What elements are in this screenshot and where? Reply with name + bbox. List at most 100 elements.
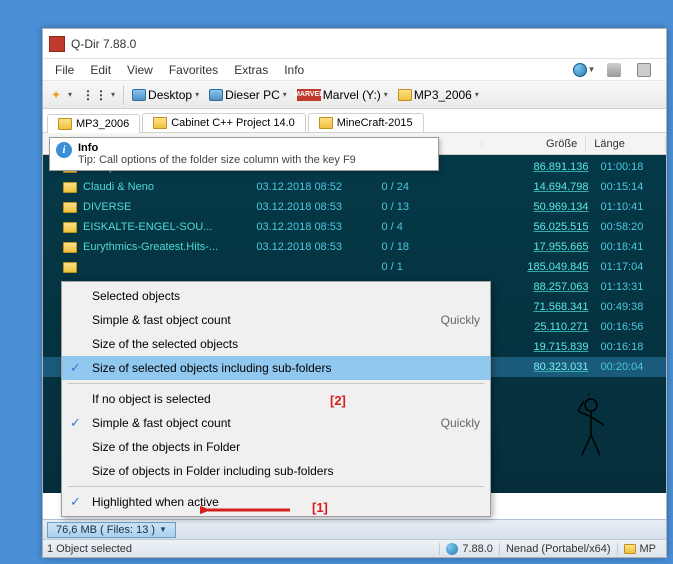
info-body: Tip: Call options of the folder size col… [56,154,432,166]
menu-item[interactable]: ✓ Size of selected objects including sub-… [62,356,490,380]
cell-length: 00:49:38 [589,301,666,313]
cell-name: Claudi & Neno [83,181,256,193]
cell-ratio: 0 / 1 [382,261,488,273]
disk-button[interactable] [632,60,656,80]
menu-item-label: Simple & fast object count [92,416,231,430]
toolbar-wand[interactable]: ▾ [47,86,76,104]
menu-item-label: Selected objects [92,289,180,303]
folder-icon [63,202,77,213]
table-row[interactable]: Eurythmics-Greatest.Hits-...03.12.2018 0… [43,237,666,257]
menu-item[interactable]: Size of the selected objects [62,332,490,356]
monitor-icon [132,89,146,101]
folder-icon [398,89,412,101]
menu-separator [68,383,484,384]
folder-icon [63,222,77,233]
cell-length: 00:58:20 [589,221,666,233]
cell-ratio: 0 / 18 [382,241,488,253]
menu-item-label: Size of the objects in Folder [92,440,240,454]
dots-icon: ⋮⋮ [82,88,108,102]
cell-length: 00:20:04 [589,361,666,373]
menu-edit[interactable]: Edit [82,61,119,79]
menu-favorites[interactable]: Favorites [161,61,226,79]
folder-icon [58,118,72,130]
toolbar: ▾ ⋮⋮▾ Desktop▾ Dieser PC▾ MARVELMarvel (… [43,81,666,109]
toolbar-dieser-pc[interactable]: Dieser PC▾ [205,86,291,104]
menu-item[interactable]: Selected objects [62,284,490,308]
folder-icon [153,117,167,129]
menu-item-label: Size of the selected objects [92,337,238,351]
info-icon: i [56,142,72,158]
cell-size: 50.969.134 [487,201,588,213]
globe-icon [573,63,587,77]
menu-view[interactable]: View [119,61,161,79]
col-length-header[interactable]: Länge [586,136,666,152]
table-row[interactable]: DIVERSE03.12.2018 08:530 / 1350.969.1340… [43,197,666,217]
menu-item[interactable]: Simple & fast object count Quickly [62,308,490,332]
cell-length: 01:10:41 [589,201,666,213]
menu-extras[interactable]: Extras [226,61,276,79]
cell-length: 01:00:18 [589,161,666,173]
menu-item-shortcut: Quickly [441,416,480,430]
menu-separator [68,486,484,487]
menu-item[interactable]: Size of the objects in Folder [62,435,490,459]
menu-item-label: Size of selected objects including sub-f… [92,361,331,375]
check-icon: ✓ [70,360,81,376]
recycle-button[interactable] [602,60,626,80]
stickman-figure: ? ? [566,393,616,463]
menu-item-label: Highlighted when active [92,495,219,509]
menubar: File Edit View Favorites Extras Info ▼ [43,59,666,81]
tabs-bar: MP3_2006 Cabinet C++ Project 14.0 MineCr… [43,109,666,133]
toolbar-desktop[interactable]: Desktop▾ [128,86,203,104]
menu-item-shortcut: Quickly [441,313,480,327]
disk-icon [637,63,651,77]
globe-dropdown[interactable]: ▼ [572,60,596,80]
cell-date: 03.12.2018 08:52 [256,181,381,193]
menu-item[interactable]: Size of objects in Folder including sub-… [62,459,490,483]
folder-icon [63,262,77,273]
menubar-right-icons: ▼ [572,60,662,80]
info-title: Info [56,142,432,154]
cell-date: 03.12.2018 08:53 [256,221,381,233]
status-version: 7.88.0 [439,543,499,555]
cell-size: 14.694.798 [487,181,588,193]
folder-icon [63,242,77,253]
status-bar: 76,6 MB ( Files: 13 ) ▼ [43,519,666,539]
col-size-header[interactable]: Größe [482,136,587,152]
menu-info[interactable]: Info [276,61,312,79]
menu-file[interactable]: File [47,61,82,79]
toolbar-dots[interactable]: ⋮⋮▾ [78,86,119,104]
cell-ratio: 0 / 24 [382,181,488,193]
status-user: Nenad (Portabel/x64) [499,543,617,555]
table-row[interactable]: Claudi & Neno03.12.2018 08:520 / 2414.69… [43,177,666,197]
titlebar: Q-Dir 7.88.0 [43,29,666,59]
menu-item-label: Simple & fast object count [92,313,231,327]
cell-ratio: 0 / 4 [382,221,488,233]
table-row[interactable]: 0 / 1185.049.84501:17:04 [43,257,666,277]
globe-icon [446,543,458,555]
tab-minecraft[interactable]: MineCraft-2015 [308,113,424,132]
cell-size: 80.323.031 [487,361,588,373]
cell-date: 03.12.2018 08:53 [256,241,381,253]
svg-text:?: ? [596,393,600,397]
menu-item[interactable]: If no object is selected [62,387,490,411]
menu-item[interactable]: ✓Highlighted when active [62,490,490,514]
status-size-button[interactable]: 76,6 MB ( Files: 13 ) ▼ [47,522,176,538]
tab-mp3-2006[interactable]: MP3_2006 [47,114,140,133]
cell-length: 01:17:04 [589,261,666,273]
menu-item-label: If no object is selected [92,392,211,406]
toolbar-marvel[interactable]: MARVELMarvel (Y:)▾ [293,86,392,104]
status-mp: MP [617,543,663,555]
cell-size: 88.257.063 [487,281,588,293]
toolbar-mp3-2006[interactable]: MP3_2006▾ [394,86,483,104]
status-selection: 1 Object selected [47,543,132,555]
info-tooltip: i Info Tip: Call options of the folder s… [49,137,439,171]
table-row[interactable]: EISKALTE-ENGEL-SOU...03.12.2018 08:530 /… [43,217,666,237]
recycle-icon [607,63,621,77]
tab-cabinet[interactable]: Cabinet C++ Project 14.0 [142,113,306,132]
app-window: Q-Dir 7.88.0 File Edit View Favorites Ex… [42,28,667,558]
folder-icon [624,544,636,554]
menu-item[interactable]: ✓Simple & fast object countQuickly [62,411,490,435]
cell-size: 25.110.271 [487,321,588,333]
context-menu: Selected objects Simple & fast object cou… [61,281,491,517]
cell-ratio: 0 / 13 [382,201,488,213]
